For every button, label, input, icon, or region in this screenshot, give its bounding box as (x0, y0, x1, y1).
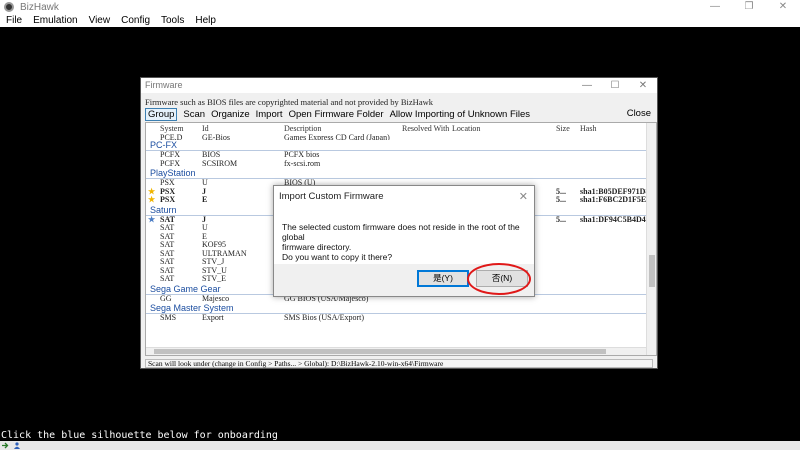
col-system[interactable]: System (160, 124, 184, 133)
cell-id: Export (202, 313, 224, 322)
col-size[interactable]: Size (556, 124, 570, 133)
firmware-window-controls: — ☐ ✕ (573, 78, 657, 93)
message-line-2: firmware directory. (282, 242, 352, 252)
close-icon[interactable]: ✕ (519, 190, 528, 203)
import-button[interactable]: Import (256, 109, 283, 120)
play-arrow-icon[interactable] (1, 442, 9, 449)
menu-config[interactable]: Config (121, 15, 150, 26)
menubar: File Emulation View Config Tools Help (0, 14, 800, 27)
minimize-button[interactable]: — (698, 0, 732, 14)
cell-id: Majesco (202, 293, 230, 303)
cell-system: SAT (160, 274, 175, 283)
bizhawk-icon (4, 2, 14, 12)
cell-description: Games Express CD Card (Japan) (284, 134, 390, 140)
group-button[interactable]: Group (145, 107, 178, 121)
vertical-scrollbar[interactable] (646, 123, 656, 355)
menu-help[interactable]: Help (195, 15, 216, 26)
console-message: Click the blue silhouette below for onbo… (1, 430, 278, 441)
cell-id: GE-Bios (202, 134, 230, 140)
cell-hash: sha1:DF94C5B4D47E (580, 214, 656, 224)
cell-system: PCE.D (160, 134, 183, 140)
menu-tools[interactable]: Tools (161, 15, 184, 26)
firmware-titlebar: Firmware — ☐ ✕ (141, 78, 657, 93)
col-hash[interactable]: Hash (580, 124, 596, 133)
cell-size: 5... (556, 214, 566, 224)
import-dialog-body: The selected custom firmware does not re… (274, 208, 534, 264)
app-title: BizHawk (20, 1, 59, 13)
star-icon: ★ (148, 214, 156, 224)
window-controls: — ❐ ✕ (698, 0, 800, 14)
copyright-notice: Firmware such as BIOS files are copyrigh… (145, 97, 433, 107)
col-location[interactable]: Location (452, 124, 480, 133)
highlight-circle (467, 263, 531, 295)
app-titlebar: BizHawk — ❐ ✕ (0, 0, 800, 14)
status-strip (0, 441, 800, 450)
yes-button[interactable]: 是(Y) (417, 270, 469, 287)
cell-system: GG (160, 293, 172, 303)
cell-description: SMS Bios (USA/Export) (284, 313, 365, 322)
import-dialog-title: Import Custom Firmware (279, 191, 384, 202)
menu-emulation[interactable]: Emulation (33, 15, 77, 26)
cell-id: STV_E (202, 274, 226, 283)
menu-view[interactable]: View (89, 15, 111, 26)
col-id[interactable]: Id (202, 124, 209, 133)
cell-id: SCSIROM (202, 158, 238, 168)
blue-silhouette-icon[interactable] (13, 442, 21, 449)
import-dialog-titlebar: Import Custom Firmware ✕ (274, 186, 534, 208)
organize-button[interactable]: Organize (211, 109, 250, 120)
maximize-button[interactable]: ❐ (732, 0, 766, 14)
message-line-1: The selected custom firmware does not re… (282, 222, 520, 242)
horizontal-scroll-thumb[interactable] (154, 349, 606, 354)
close-button[interactable]: ✕ (766, 0, 800, 14)
col-resolved-with[interactable]: Resolved With (402, 124, 449, 133)
cell-id: E (202, 195, 208, 204)
message-line-3: Do you want to copy it there? (282, 252, 393, 262)
cell-hash: sha1:F6BC2D1F5EB6 (580, 195, 656, 204)
cell-system: PCFX (160, 158, 181, 168)
cell-description: fx-scsi.rom (284, 158, 321, 168)
horizontal-scrollbar[interactable] (146, 347, 646, 355)
col-description[interactable]: Description (284, 124, 321, 133)
firmware-toolbar: Group Scan Organize Import Open Firmware… (145, 107, 536, 121)
group-header[interactable]: PC-FX (146, 140, 648, 151)
table-row[interactable]: SMS Export SMS Bios (USA/Export) (146, 313, 648, 323)
scan-path-status: Scan will look under (change in Config >… (145, 359, 653, 368)
star-icon: ★ (148, 195, 156, 204)
allow-unknown-files-button[interactable]: Allow Importing of Unknown Files (390, 109, 530, 120)
vertical-scroll-thumb[interactable] (649, 255, 655, 287)
cell-size: 5... (556, 195, 566, 204)
open-firmware-folder-button[interactable]: Open Firmware Folder (289, 109, 384, 120)
firmware-close-link[interactable]: Close (627, 108, 651, 119)
firmware-close-button[interactable]: ✕ (629, 78, 657, 93)
firmware-minimize-button[interactable]: — (573, 78, 601, 93)
list-header: System Id Description Resolved With Loca… (146, 123, 646, 134)
cell-system: SMS (160, 313, 177, 322)
scan-button[interactable]: Scan (183, 109, 205, 120)
menu-file[interactable]: File (6, 15, 22, 26)
firmware-maximize-button[interactable]: ☐ (601, 78, 629, 93)
table-row[interactable]: PCE.D GE-Bios Games Express CD Card (Japan… (146, 134, 648, 140)
group-header[interactable]: PlayStation (146, 168, 648, 179)
table-row[interactable]: PCFX SCSIROM fx-scsi.rom (146, 158, 648, 169)
firmware-title: Firmware (145, 80, 183, 90)
cell-system: PSX (160, 195, 176, 204)
